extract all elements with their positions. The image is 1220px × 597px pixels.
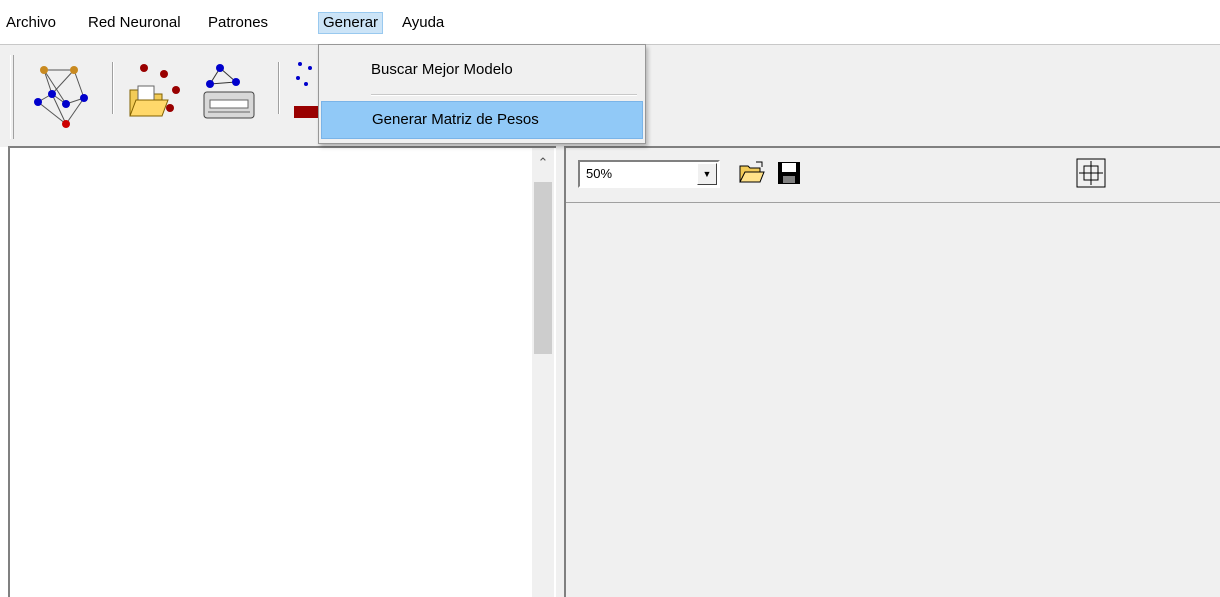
menu-ayuda[interactable]: Ayuda [398, 12, 448, 34]
generar-dropdown-menu: Buscar Mejor Modelo Generar Matriz de Pe… [318, 44, 646, 144]
generate-matrix-icon[interactable] [292, 58, 318, 120]
scroll-thumb[interactable] [534, 182, 552, 354]
save-disk-icon[interactable] [774, 158, 804, 188]
menu-item-buscar-mejor-modelo[interactable]: Buscar Mejor Modelo [321, 51, 643, 89]
fit-selection-icon[interactable] [1076, 158, 1106, 188]
scroll-up-icon[interactable]: ⌃ [532, 148, 554, 178]
toolbar-separator [278, 62, 280, 114]
menu-archivo[interactable]: Archivo [2, 12, 60, 34]
menu-generar[interactable]: Generar [318, 12, 384, 34]
open-patterns-icon[interactable] [124, 60, 186, 126]
menu-red-neuronal[interactable]: Red Neuronal [84, 12, 185, 34]
left-panel[interactable] [8, 146, 556, 597]
menu-bar: Archivo Red Neuronal Patrones Generar Ay… [0, 0, 1220, 40]
toolbar-grip[interactable] [10, 55, 14, 139]
menu-item-generar-matriz-de-pesos[interactable]: Generar Matriz de Pesos [321, 101, 643, 139]
menu-separator [371, 94, 637, 96]
zoom-value: 50% [586, 166, 613, 181]
viewer-toolbar: 50% ▼ [566, 148, 1220, 203]
zoom-select[interactable]: 50% ▼ [578, 160, 720, 188]
open-folder-icon[interactable] [736, 158, 766, 188]
chevron-down-icon[interactable]: ▼ [697, 163, 717, 185]
toolbar-separator [112, 62, 114, 114]
vertical-scrollbar[interactable]: ⌃ [532, 148, 554, 597]
right-panel [564, 146, 1220, 597]
menu-patrones[interactable]: Patrones [204, 12, 272, 34]
panel-splitter[interactable] [556, 146, 564, 597]
network-printer-icon[interactable] [200, 60, 260, 126]
neural-network-icon[interactable] [30, 58, 98, 144]
